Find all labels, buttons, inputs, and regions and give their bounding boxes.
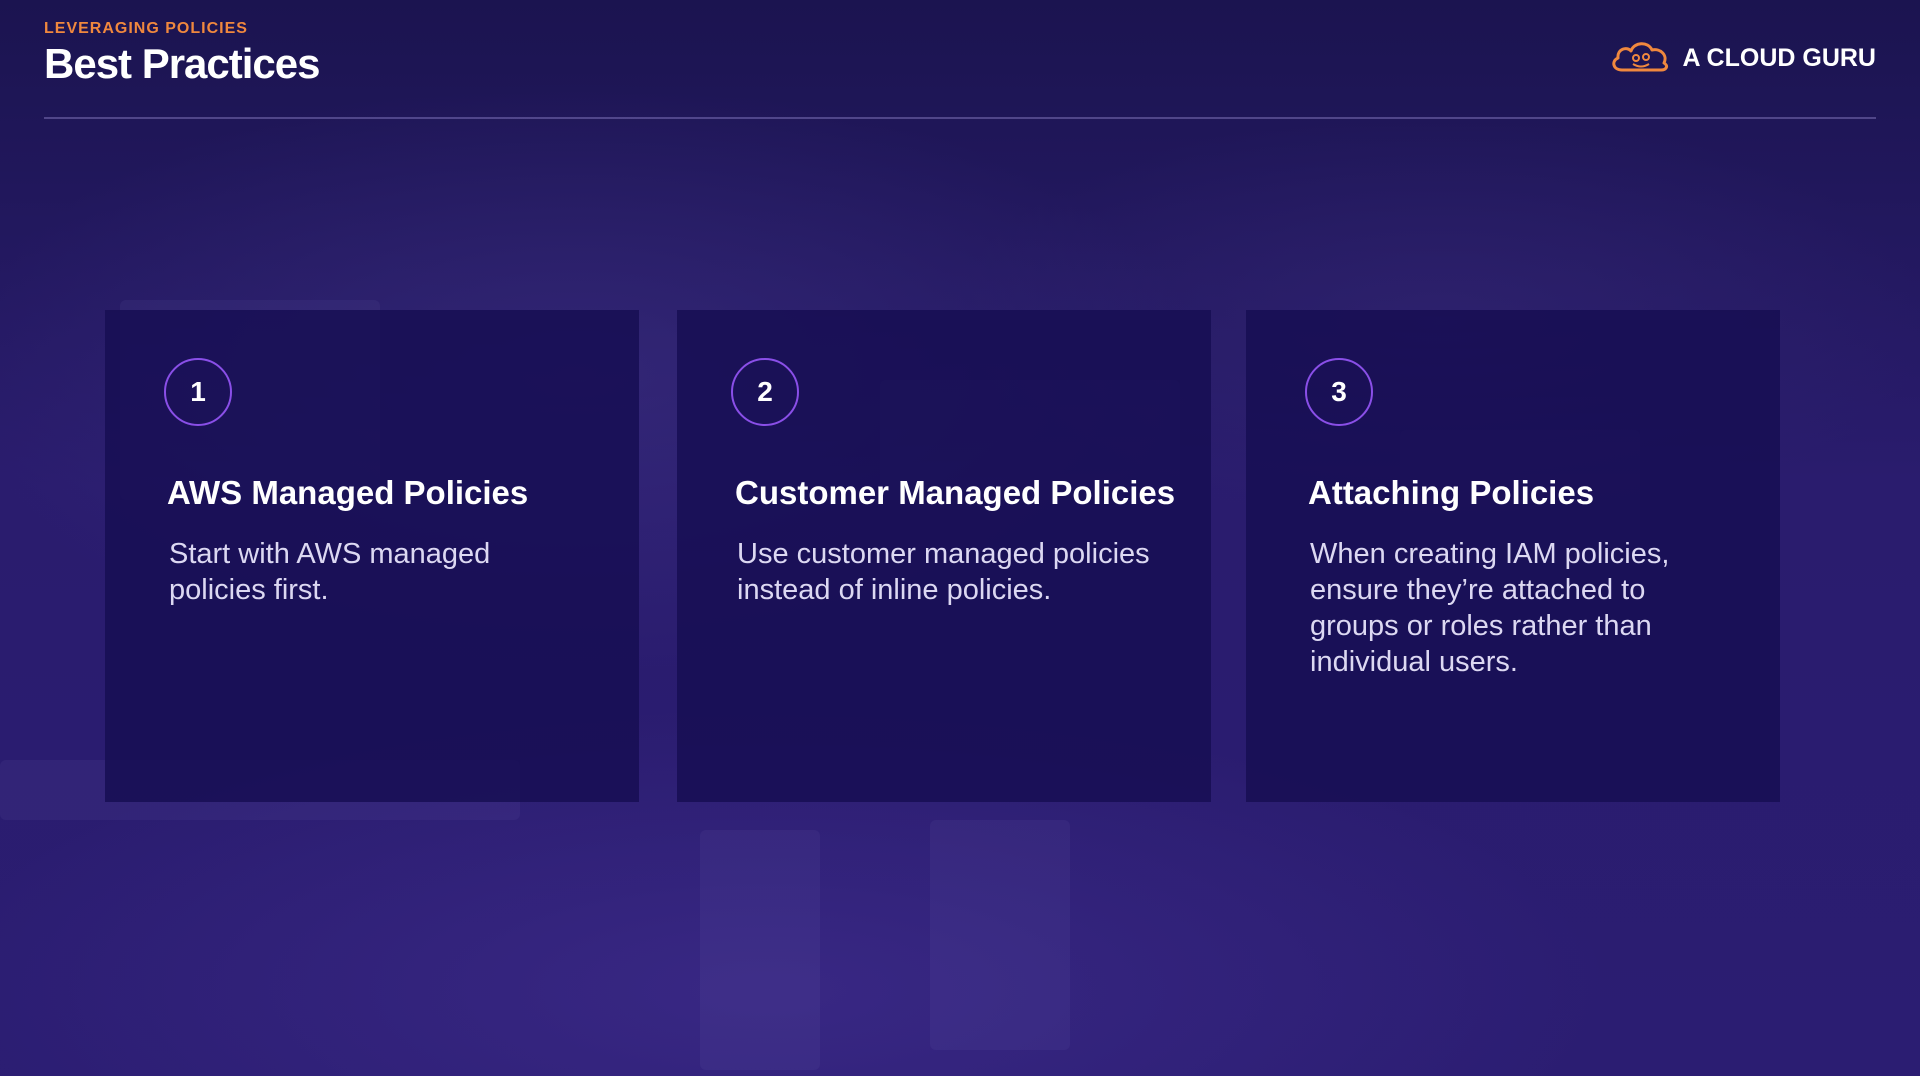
slide-header: LEVERAGING POLICIES Best Practices bbox=[44, 20, 321, 88]
header-divider bbox=[44, 117, 1876, 119]
step-number-badge: 2 bbox=[731, 358, 799, 426]
practice-card-1: 1 AWS Managed Policies Start with AWS ma… bbox=[105, 310, 639, 802]
background-blur bbox=[700, 830, 820, 1070]
card-title: Customer Managed Policies bbox=[735, 474, 1176, 511]
practice-card-3: 3 Attaching Policies When creating IAM p… bbox=[1246, 310, 1780, 802]
card-title: AWS Managed Policies bbox=[167, 474, 529, 511]
brand-logo: A CLOUD GURU bbox=[1608, 36, 1876, 81]
brand-name: A CLOUD GURU bbox=[1682, 44, 1876, 72]
background-blur bbox=[930, 820, 1070, 1050]
card-description: Start with AWS managed policies first. bbox=[169, 538, 491, 606]
section-eyebrow: LEVERAGING POLICIES bbox=[44, 20, 248, 37]
card-title: Attaching Policies bbox=[1308, 474, 1595, 511]
step-number-badge: 3 bbox=[1305, 358, 1373, 426]
card-description: Use customer managed policies instead of… bbox=[737, 538, 1150, 606]
practice-card-2: 2 Customer Managed Policies Use customer… bbox=[677, 310, 1211, 802]
slide-title: Best Practices bbox=[44, 40, 321, 87]
card-description: When creating IAM policies, ensure they’… bbox=[1310, 538, 1670, 678]
step-number-badge: 1 bbox=[164, 358, 232, 426]
cloud-logo-icon bbox=[1608, 36, 1672, 81]
